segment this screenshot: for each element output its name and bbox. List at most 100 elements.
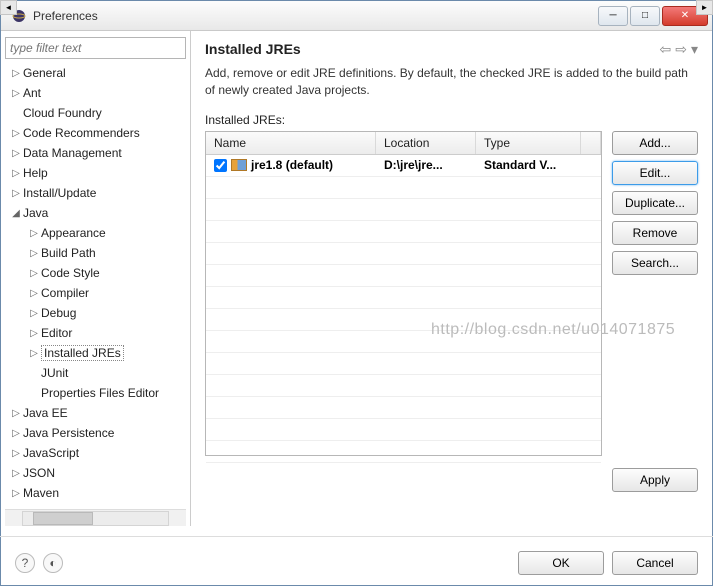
table-row: . — [206, 441, 601, 463]
jre-table[interactable]: Name Location Type jre1.8 (default)D:\jr… — [205, 131, 602, 456]
arrow-right-icon: ▷ — [27, 328, 41, 339]
tree-item[interactable]: ▷Help — [5, 163, 186, 183]
apply-button[interactable]: Apply — [612, 468, 698, 492]
tree-item[interactable]: ▷JavaScript — [5, 443, 186, 463]
table-row: . — [206, 199, 601, 221]
window-title: Preferences — [33, 9, 598, 23]
arrow-right-icon: ▷ — [9, 148, 23, 159]
arrow-right-icon: ▷ — [9, 428, 23, 439]
tree-item-label: JSON — [23, 466, 55, 480]
tree-item[interactable]: ▷Java Persistence — [5, 423, 186, 443]
tree-item[interactable]: ▷Build Path — [5, 243, 186, 263]
tree-item[interactable]: ▷Appearance — [5, 223, 186, 243]
forward-icon[interactable]: ⇨ — [675, 41, 687, 58]
tree-item[interactable]: ◢Java — [5, 203, 186, 223]
page-description: Add, remove or edit JRE definitions. By … — [205, 65, 698, 99]
arrow-right-icon: ▷ — [9, 168, 23, 179]
back-icon[interactable]: ⇦ — [660, 41, 672, 58]
status-icon: ◐ — [43, 553, 63, 573]
filter-input[interactable] — [5, 37, 186, 59]
page-heading: Installed JREs — [205, 41, 698, 57]
table-row: . — [206, 353, 601, 375]
table-row: . — [206, 177, 601, 199]
table-row: . — [206, 243, 601, 265]
arrow-right-icon: ▷ — [27, 248, 41, 259]
help-icon[interactable]: ? — [15, 553, 35, 573]
ok-button[interactable]: OK — [518, 551, 604, 575]
col-location[interactable]: Location — [376, 132, 476, 154]
arrow-right-icon: ▷ — [9, 408, 23, 419]
search-button[interactable]: Search... — [612, 251, 698, 275]
table-row: . — [206, 221, 601, 243]
dropdown-icon[interactable]: ▾ — [691, 41, 698, 58]
table-row: . — [206, 265, 601, 287]
tree-item[interactable]: ▷Editor — [5, 323, 186, 343]
tree-item[interactable]: ▷JSON — [5, 463, 186, 483]
arrow-right-icon: ▷ — [27, 268, 41, 279]
tree-item[interactable]: ▷Compiler — [5, 283, 186, 303]
table-row: . — [206, 331, 601, 353]
cancel-button[interactable]: Cancel — [612, 551, 698, 575]
tree-item-label: Maven — [23, 486, 59, 500]
arrow-right-icon: ▷ — [27, 288, 41, 299]
jre-name: jre1.8 (default) — [251, 158, 333, 172]
tree-item[interactable]: ▷Ant — [5, 83, 186, 103]
remove-button[interactable]: Remove — [612, 221, 698, 245]
table-row[interactable]: jre1.8 (default)D:\jre\jre...Standard V.… — [206, 155, 601, 177]
table-row: . — [206, 419, 601, 441]
tree-item[interactable]: JUnit — [5, 363, 186, 383]
tree-item[interactable]: ▷Data Management — [5, 143, 186, 163]
tree-item[interactable]: ▷Installed JREs — [5, 343, 186, 363]
tree-item-label: JUnit — [41, 366, 68, 380]
tree-item-label: Code Style — [41, 266, 100, 280]
tree-item-label: Install/Update — [23, 186, 96, 200]
tree-item-label: Installed JREs — [41, 345, 124, 361]
tree-item[interactable]: ▷Debug — [5, 303, 186, 323]
sidebar: ▷General▷AntCloud Foundry▷Code Recommend… — [1, 31, 191, 526]
tree-item[interactable]: ▷Code Style — [5, 263, 186, 283]
maximize-button[interactable]: □ — [630, 6, 660, 26]
main-panel: ⇦ ⇨ ▾ Installed JREs Add, remove or edit… — [191, 31, 712, 526]
table-row: . — [206, 287, 601, 309]
sidebar-scrollbar[interactable]: ◄ ► — [5, 509, 186, 526]
arrow-right-icon: ▷ — [27, 228, 41, 239]
tree-item-label: Properties Files Editor — [41, 386, 159, 400]
tree-item-label: Cloud Foundry — [23, 106, 102, 120]
scroll-thumb[interactable] — [33, 512, 93, 525]
tree-item-label: Ant — [23, 86, 41, 100]
tree-item[interactable]: ▷General — [5, 63, 186, 83]
tree-item[interactable]: ▷Java EE — [5, 403, 186, 423]
col-spacer — [581, 132, 601, 154]
tree-item[interactable]: Properties Files Editor — [5, 383, 186, 403]
jre-checkbox[interactable] — [214, 159, 227, 172]
tree-item[interactable]: ▷Maven — [5, 483, 186, 503]
col-name[interactable]: Name — [206, 132, 376, 154]
arrow-right-icon: ▷ — [9, 68, 23, 79]
tree-item-label: Editor — [41, 326, 72, 340]
table-row: . — [206, 309, 601, 331]
tree-item[interactable]: ▷Code Recommenders — [5, 123, 186, 143]
divider — [0, 536, 713, 537]
arrow-right-icon: ▷ — [9, 128, 23, 139]
tree-item-label: Code Recommenders — [23, 126, 140, 140]
arrow-right-icon: ▷ — [9, 188, 23, 199]
tree-item-label: Build Path — [41, 246, 96, 260]
duplicate-button[interactable]: Duplicate... — [612, 191, 698, 215]
col-type[interactable]: Type — [476, 132, 581, 154]
arrow-right-icon: ▷ — [9, 488, 23, 499]
tree-item-label: Compiler — [41, 286, 89, 300]
preferences-tree[interactable]: ▷General▷AntCloud Foundry▷Code Recommend… — [5, 63, 186, 509]
jre-icon — [231, 159, 247, 171]
tree-item[interactable]: ▷Install/Update — [5, 183, 186, 203]
nav-arrows: ⇦ ⇨ ▾ — [660, 41, 699, 58]
tree-item-label: Java EE — [23, 406, 68, 420]
edit-button[interactable]: Edit... — [612, 161, 698, 185]
table-label: Installed JREs: — [205, 113, 698, 127]
tree-item-label: Java Persistence — [23, 426, 114, 440]
add-button[interactable]: Add... — [612, 131, 698, 155]
arrow-down-icon: ◢ — [9, 208, 23, 219]
arrow-right-icon: ▷ — [9, 88, 23, 99]
minimize-button[interactable]: ─ — [598, 6, 628, 26]
tree-item-label: Data Management — [23, 146, 122, 160]
tree-item[interactable]: Cloud Foundry — [5, 103, 186, 123]
